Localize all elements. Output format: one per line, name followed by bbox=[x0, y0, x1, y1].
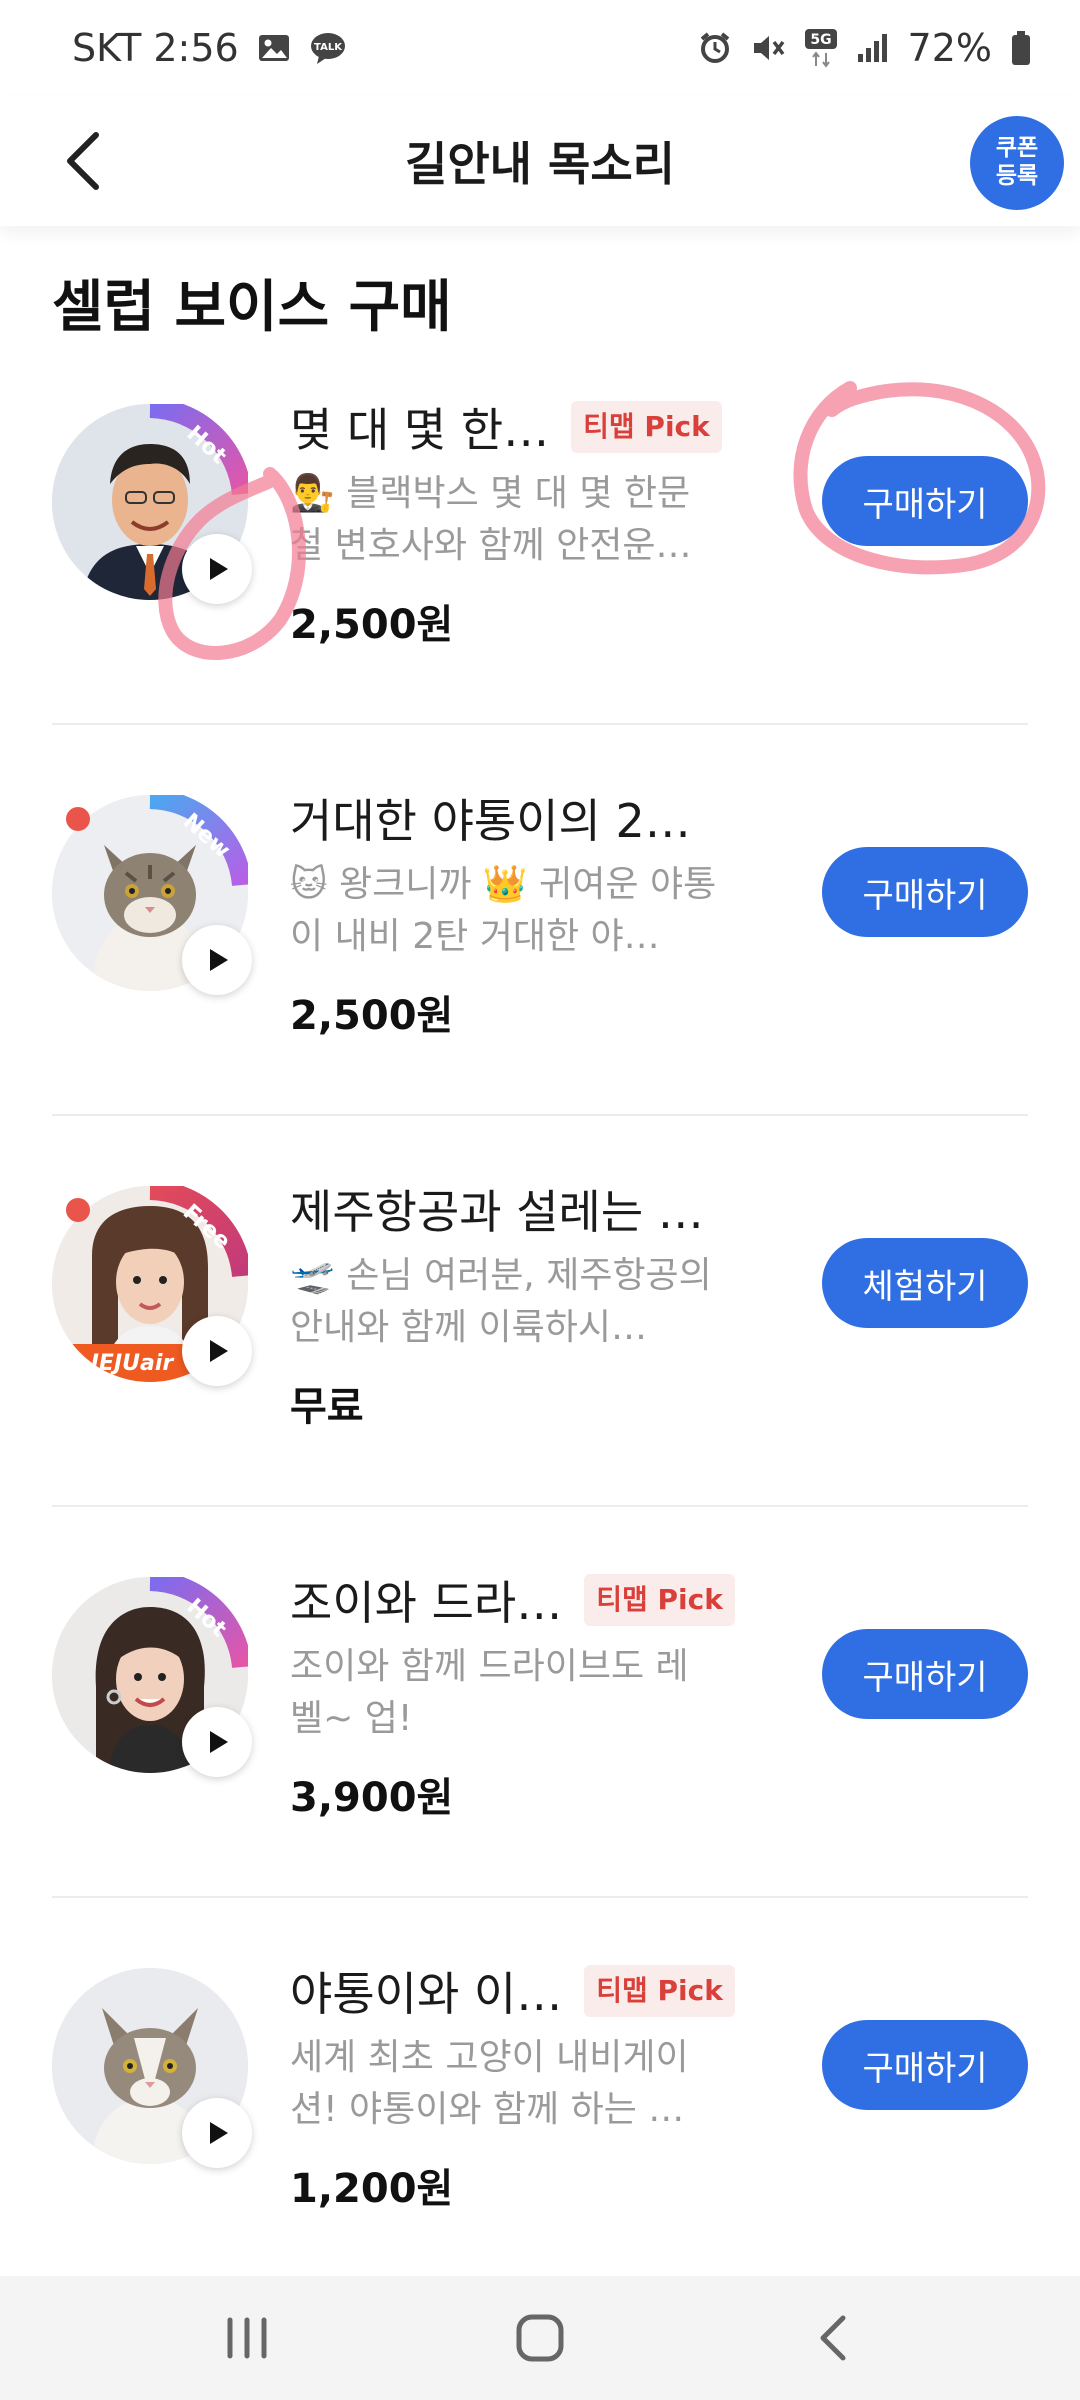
purchase-button[interactable]: 구매하기 bbox=[822, 2020, 1028, 2110]
item-price: 무료 bbox=[290, 1384, 364, 1430]
section-title: 셀럽 보이스 구매 bbox=[52, 275, 452, 340]
item-description: 조이와 함께 드라이브도 레벨~ 업! bbox=[290, 1646, 689, 1739]
play-icon bbox=[210, 2122, 228, 2144]
purchase-button[interactable]: 구매하기 bbox=[822, 847, 1028, 937]
avatar-wrap: New bbox=[52, 795, 252, 995]
tmap-pick-badge: 티맵 Pick bbox=[584, 1965, 735, 2017]
item-title: 몆 대 몇 한… bbox=[290, 403, 550, 457]
divider bbox=[52, 1505, 1028, 1507]
svg-text:5G: 5G bbox=[810, 32, 831, 48]
page-title: 길안내 목소리 bbox=[405, 137, 675, 191]
svg-text:TALK: TALK bbox=[314, 42, 343, 53]
mute-icon bbox=[750, 31, 786, 65]
item-body: 조이와 드라… 티맵 Pick 조이와 함께 드라이브도 레벨~ 업! 3,90… bbox=[290, 1567, 770, 1823]
list-item[interactable]: New 거대한 야통이의 2… 🐱 왕크니까 👑 귀여운 야통이 내비 2탄 거… bbox=[52, 767, 1028, 1157]
tmap-pick-badge: 티맵 Pick bbox=[571, 401, 722, 453]
item-body: 제주항공과 설레는 … 🛫 손님 여러분, 제주항공의 안내와 함께 이륙하시…… bbox=[290, 1176, 770, 1432]
list-item[interactable]: Hot 몆 대 몇 한… 티맵 Pick 👨‍⚖️ 블랙박스 몇 대 몇 한문철… bbox=[52, 376, 1028, 766]
play-icon bbox=[210, 1731, 228, 1753]
app-header: 길안내 목소리 쿠폰 등록 bbox=[0, 96, 1080, 226]
list-item[interactable]: 야통이와 이… 티맵 Pick 세계 최초 고양이 내비게이션! 야통이와 함께… bbox=[52, 1940, 1028, 2330]
5g-icon: 5G bbox=[804, 28, 838, 68]
avatar-wrap: Hot bbox=[52, 1577, 252, 1777]
talk-icon: TALK bbox=[309, 31, 347, 65]
image-icon bbox=[257, 33, 291, 63]
tmap-pick-badge: 티맵 Pick bbox=[584, 1574, 735, 1626]
recent-apps-button[interactable] bbox=[187, 2298, 307, 2378]
list-item[interactable]: Hot 조이와 드라… 티맵 Pick 조이와 함께 드라이브도 레벨~ 업! … bbox=[52, 1549, 1028, 1939]
purchase-button[interactable]: 구매하기 bbox=[822, 456, 1028, 546]
new-indicator-dot bbox=[66, 1198, 90, 1222]
item-price: 1,200원 bbox=[290, 2166, 454, 2212]
battery-icon bbox=[1010, 30, 1032, 66]
carrier-time: SKT 2:56 bbox=[72, 26, 239, 70]
list-item[interactable]: JEJUair Free 제주항공과 설레는 … 🛫 손님 여러분, 제주항공의… bbox=[52, 1158, 1028, 1548]
coupon-register-button[interactable]: 쿠폰 등록 bbox=[970, 116, 1064, 210]
item-title: 거대한 야통이의 2… bbox=[290, 794, 691, 848]
item-title: 야통이와 이… bbox=[290, 1967, 563, 2021]
home-button[interactable] bbox=[480, 2298, 600, 2378]
coupon-label-line1: 쿠폰 bbox=[995, 135, 1039, 162]
item-body: 몆 대 몇 한… 티맵 Pick 👨‍⚖️ 블랙박스 몇 대 몇 한문철 변호사… bbox=[290, 394, 770, 650]
item-price: 2,500원 bbox=[290, 602, 454, 648]
item-title: 제주항공과 설레는 … bbox=[290, 1185, 704, 1239]
play-button[interactable] bbox=[182, 534, 252, 604]
avatar-wrap: JEJUair Free bbox=[52, 1186, 252, 1386]
play-button[interactable] bbox=[182, 925, 252, 995]
back-button[interactable] bbox=[40, 118, 126, 204]
home-icon bbox=[516, 2314, 564, 2362]
item-body: 거대한 야통이의 2… 🐱 왕크니까 👑 귀여운 야통이 내비 2탄 거대한 야… bbox=[290, 785, 770, 1041]
play-icon bbox=[210, 949, 228, 971]
item-description: 세계 최초 고양이 내비게이션! 야통이와 함께 하는 … bbox=[290, 2037, 689, 2130]
avatar-wrap bbox=[52, 1968, 252, 2168]
chevron-left-icon bbox=[67, 132, 99, 190]
coupon-label-line2: 등록 bbox=[995, 163, 1039, 189]
item-price: 2,500원 bbox=[290, 993, 454, 1039]
screen: SKT 2:56 TALK 5G 72% 길안내 목소리 쿠폰 등록 셀럽 보이… bbox=[0, 0, 1080, 2400]
play-button[interactable] bbox=[182, 1707, 252, 1777]
alarm-icon bbox=[698, 31, 732, 65]
item-price: 3,900원 bbox=[290, 1775, 454, 1821]
back-icon bbox=[820, 2315, 846, 2361]
battery-percent: 72% bbox=[907, 26, 992, 70]
system-back-button[interactable] bbox=[773, 2298, 893, 2378]
status-bar: SKT 2:56 TALK 5G 72% bbox=[0, 0, 1080, 96]
play-icon bbox=[210, 558, 228, 580]
purchase-button[interactable]: 구매하기 bbox=[822, 1629, 1028, 1719]
item-description: 🐱 왕크니까 👑 귀여운 야통이 내비 2탄 거대한 야… bbox=[290, 864, 717, 957]
play-button[interactable] bbox=[182, 1316, 252, 1386]
system-nav-bar bbox=[0, 2276, 1080, 2400]
item-description: 🛫 손님 여러분, 제주항공의 안내와 함께 이륙하시… bbox=[290, 1255, 712, 1348]
play-icon bbox=[210, 1340, 228, 1362]
divider bbox=[52, 1114, 1028, 1116]
signal-icon bbox=[856, 32, 890, 64]
divider bbox=[52, 723, 1028, 725]
item-body: 야통이와 이… 티맵 Pick 세계 최초 고양이 내비게이션! 야통이와 함께… bbox=[290, 1958, 770, 2214]
play-button[interactable] bbox=[182, 2098, 252, 2168]
trial-button[interactable]: 체험하기 bbox=[822, 1238, 1028, 1328]
recent-apps-icon bbox=[227, 2317, 267, 2359]
item-title: 조이와 드라… bbox=[290, 1576, 563, 1630]
divider bbox=[52, 1896, 1028, 1898]
new-indicator-dot bbox=[66, 807, 90, 831]
item-description: 👨‍⚖️ 블랙박스 몇 대 몇 한문철 변호사와 함께 안전운… bbox=[290, 473, 692, 566]
avatar-wrap: Hot bbox=[52, 404, 252, 604]
